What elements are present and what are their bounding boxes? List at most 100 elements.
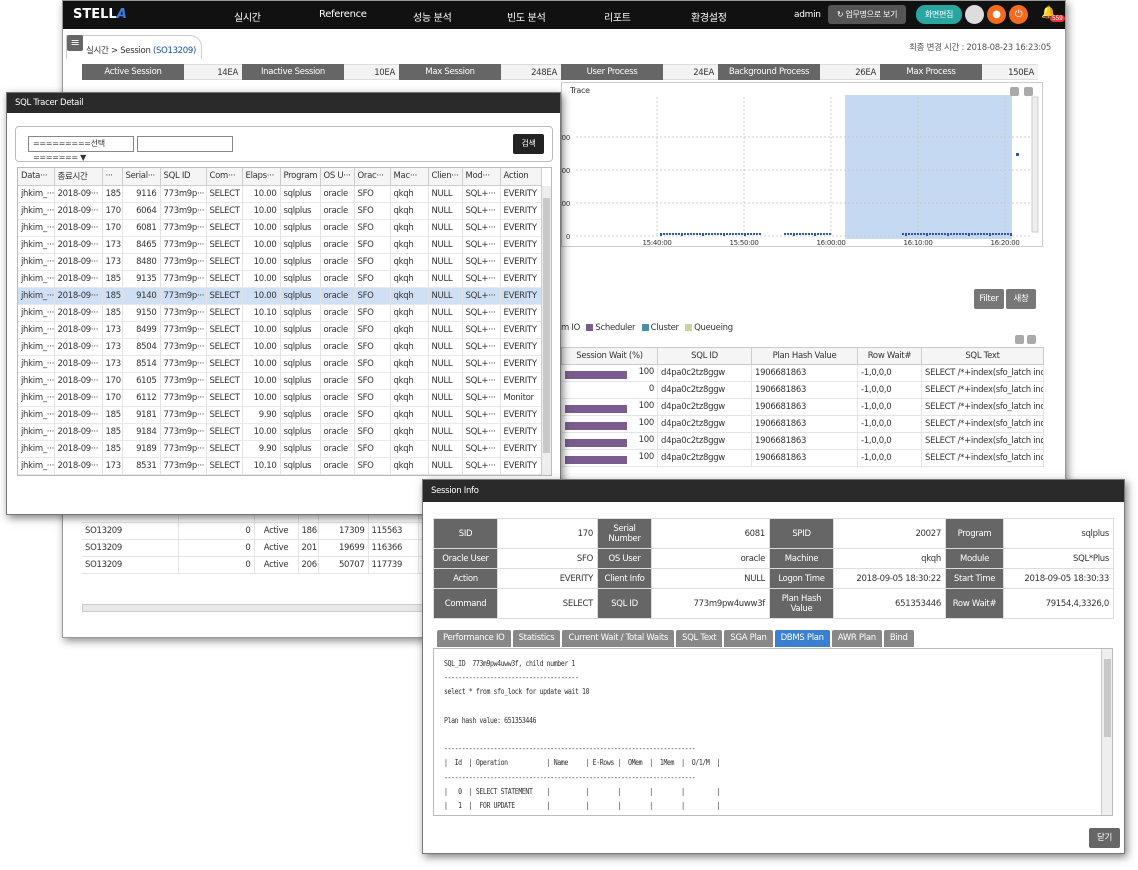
col-header[interactable]: Session Wait (%) xyxy=(561,347,658,365)
app-logo[interactable]: STELLA xyxy=(73,7,127,22)
cell: jhkim_··· xyxy=(18,219,55,237)
filter-button[interactable]: Filter xyxy=(974,289,1004,309)
settings-icon[interactable] xyxy=(1027,335,1036,344)
col-header[interactable]: 종료시간 xyxy=(54,168,103,186)
col-header[interactable]: Elaps··· xyxy=(242,168,281,186)
table-row[interactable]: jhkim_··· 2018-09··· 173 8480 773m9p··· SELEC… xyxy=(18,253,542,271)
table-row[interactable]: jhkim_··· 2018-09··· 185 9184 773m9p··· SELEC… xyxy=(18,423,542,441)
cell-plan: 1906681863 xyxy=(751,381,858,399)
breadcrumb[interactable]: 실시간 > Session (SO13209) xyxy=(66,35,202,59)
cell: 173 xyxy=(102,338,123,356)
cell: NULL xyxy=(428,219,463,237)
table-row[interactable]: 100 d4pa0c2tz8ggw 1906681863 -1,0,0,0 SELECT… xyxy=(561,432,1044,450)
col-header[interactable]: Com··· xyxy=(206,168,243,186)
table-row[interactable]: jhkim_··· 2018-09··· 173 8504 773m9p··· SELEC… xyxy=(18,338,542,356)
trace-scrollbar[interactable] xyxy=(1031,96,1039,233)
cell: SELECT xyxy=(206,236,243,254)
col-header[interactable]: Action xyxy=(500,168,542,186)
plan-text-area[interactable]: SQL_ID 773m9pw4uww3f, child number 1 ---… xyxy=(433,648,1113,816)
cell: SO13209 xyxy=(82,539,179,557)
col-header[interactable]: Mod··· xyxy=(462,168,501,186)
scrollbar-thumb[interactable] xyxy=(1104,659,1111,737)
col-header[interactable]: Plan Hash Value xyxy=(751,347,858,365)
nav-settings[interactable]: 환경설정 xyxy=(691,9,727,24)
nav-realtime[interactable]: 실시간 xyxy=(234,9,261,24)
table-row[interactable]: jhkim_··· 2018-09··· 185 9189 773m9p··· SELEC… xyxy=(18,440,542,458)
search-button[interactable]: 검색 xyxy=(513,134,544,154)
tab-awr-plan[interactable]: AWR Plan xyxy=(831,630,882,647)
power-icon[interactable]: ⏻ xyxy=(1009,5,1028,24)
table-row[interactable]: jhkim_··· 2018-09··· 170 6105 773m9p··· SELEC… xyxy=(18,372,542,390)
table-row[interactable]: 100 d4pa0c2tz8ggw 1906681863 -1,0,0,0 SELECT… xyxy=(561,415,1044,433)
col-header[interactable]: Orac··· xyxy=(354,168,391,186)
cell: EVERITY xyxy=(500,287,542,305)
view-by-work-button[interactable]: ↻ 업무명으로 보기 xyxy=(828,5,906,24)
table-row[interactable]: jhkim_··· 2018-09··· 173 8531 773m9p··· SELEC… xyxy=(18,457,542,475)
trace-point xyxy=(944,233,946,235)
table-row[interactable]: jhkim_··· 2018-09··· 185 9116 773m9p··· SELEC… xyxy=(18,185,542,203)
cell: 2018-09··· xyxy=(54,372,103,390)
dialog-title[interactable]: SQL Tracer Detail xyxy=(7,93,560,113)
col-header[interactable]: SQL ID xyxy=(160,168,207,186)
vertical-scrollbar[interactable] xyxy=(1101,649,1112,815)
y-tick-label: 200 xyxy=(562,167,570,175)
vertical-scrollbar[interactable] xyxy=(541,186,551,475)
col-header[interactable]: Data··· xyxy=(18,168,55,186)
tab-statistics[interactable]: Statistics xyxy=(512,630,561,647)
table-row[interactable]: jhkim_··· 2018-09··· 173 8514 773m9p··· SELEC… xyxy=(18,355,542,373)
table-row[interactable]: 100 d4pa0c2tz8ggw 1906681863 -1,0,0,0 SELECT… xyxy=(561,449,1044,467)
col-header[interactable]: Clien··· xyxy=(428,168,463,186)
trace-point xyxy=(920,233,922,235)
table-row[interactable]: jhkim_··· 2018-09··· 185 9135 773m9p··· SELEC… xyxy=(18,270,542,288)
menu-toggle-icon[interactable]: ≡ xyxy=(67,35,83,51)
search-condition-select[interactable]: =========선택======= ▼ xyxy=(28,136,134,162)
scrollbar-thumb[interactable] xyxy=(543,198,550,453)
trace-selection-range[interactable] xyxy=(845,95,1012,239)
export-icon[interactable] xyxy=(1015,335,1024,344)
table-row[interactable]: 100 d4pa0c2tz8ggw 1906681863 -1,0,0,0 SELECT… xyxy=(561,364,1044,382)
globe-icon[interactable] xyxy=(965,5,984,24)
close-button[interactable]: 닫기 xyxy=(1089,828,1120,848)
table-row[interactable]: jhkim_··· 2018-09··· 173 8465 773m9p··· SELEC… xyxy=(18,236,542,254)
col-header[interactable]: Row Wait# xyxy=(857,347,922,365)
cell: oracle xyxy=(320,372,355,390)
table-row[interactable]: jhkim_··· 2018-09··· 173 8499 773m9p··· SELEC… xyxy=(18,321,542,339)
tab-sga-plan[interactable]: SGA Plan xyxy=(724,630,773,647)
col-header[interactable]: OS U··· xyxy=(320,168,355,186)
chart-tools-icon[interactable] xyxy=(1010,87,1019,96)
cell: 10.00 xyxy=(242,389,281,407)
dialog-title[interactable]: Session Info xyxy=(423,480,1124,502)
nav-reference[interactable]: Reference xyxy=(319,9,367,20)
table-row[interactable]: jhkim_··· 2018-09··· 185 9150 773m9p··· SELEC… xyxy=(18,304,542,322)
col-header[interactable]: ··· xyxy=(102,168,123,186)
screen-edit-button[interactable]: 화면편집 xyxy=(916,5,962,24)
tab-current-wait-total-waits[interactable]: Current Wait / Total Waits xyxy=(562,630,675,647)
table-row[interactable]: jhkim_··· 2018-09··· 170 6064 773m9p··· SELEC… xyxy=(18,202,542,220)
col-header[interactable]: Program xyxy=(280,168,321,186)
col-header[interactable]: SQL ID xyxy=(657,347,752,365)
tab-bind[interactable]: Bind xyxy=(883,630,914,647)
cell: SQL+··· xyxy=(462,304,501,322)
tab-sql-text[interactable]: SQL Text xyxy=(676,630,723,647)
x-tick-label: 15:40:00 xyxy=(642,239,671,246)
trace-chart[interactable]: 300 200 100 0 15:40:00 15:50:00 16:00:00 16:10… xyxy=(562,83,1042,246)
nav-report[interactable]: 리포트 xyxy=(604,9,631,24)
table-row[interactable]: 0 d4pa0c2tz8ggw 1906681863 -1,0,0,0 SELECT /… xyxy=(561,381,1044,399)
col-header[interactable]: Serial··· xyxy=(122,168,161,186)
gear-icon[interactable] xyxy=(1024,87,1033,96)
table-row[interactable]: 100 d4pa0c2tz8ggw 1906681863 -1,0,0,0 SELECT… xyxy=(561,398,1044,416)
col-header[interactable]: Mac··· xyxy=(390,168,429,186)
user-icon[interactable]: ● xyxy=(987,5,1006,24)
search-input[interactable] xyxy=(137,136,233,152)
table-row[interactable]: jhkim_··· 2018-09··· 185 9181 773m9p··· SELEC… xyxy=(18,406,542,424)
nav-frequency-analysis[interactable]: 빈도 분석 xyxy=(507,9,546,24)
tab-dbms-plan[interactable]: DBMS Plan xyxy=(774,630,830,647)
nav-performance-analysis[interactable]: 성능 분석 xyxy=(413,9,452,24)
col-header[interactable]: SQL Text xyxy=(921,347,1044,365)
new-window-button[interactable]: 새창 xyxy=(1006,289,1036,309)
table-row[interactable]: jhkim_··· 2018-09··· 185 9140 773m9p··· SELEC… xyxy=(18,287,542,305)
tab-performance-io[interactable]: Performance IO xyxy=(437,630,511,647)
table-row[interactable]: jhkim_··· 2018-09··· 170 6081 773m9p··· SELEC… xyxy=(18,219,542,237)
cell: sqlplus xyxy=(280,338,321,356)
table-row[interactable]: jhkim_··· 2018-09··· 170 6112 773m9p··· SELEC… xyxy=(18,389,542,407)
